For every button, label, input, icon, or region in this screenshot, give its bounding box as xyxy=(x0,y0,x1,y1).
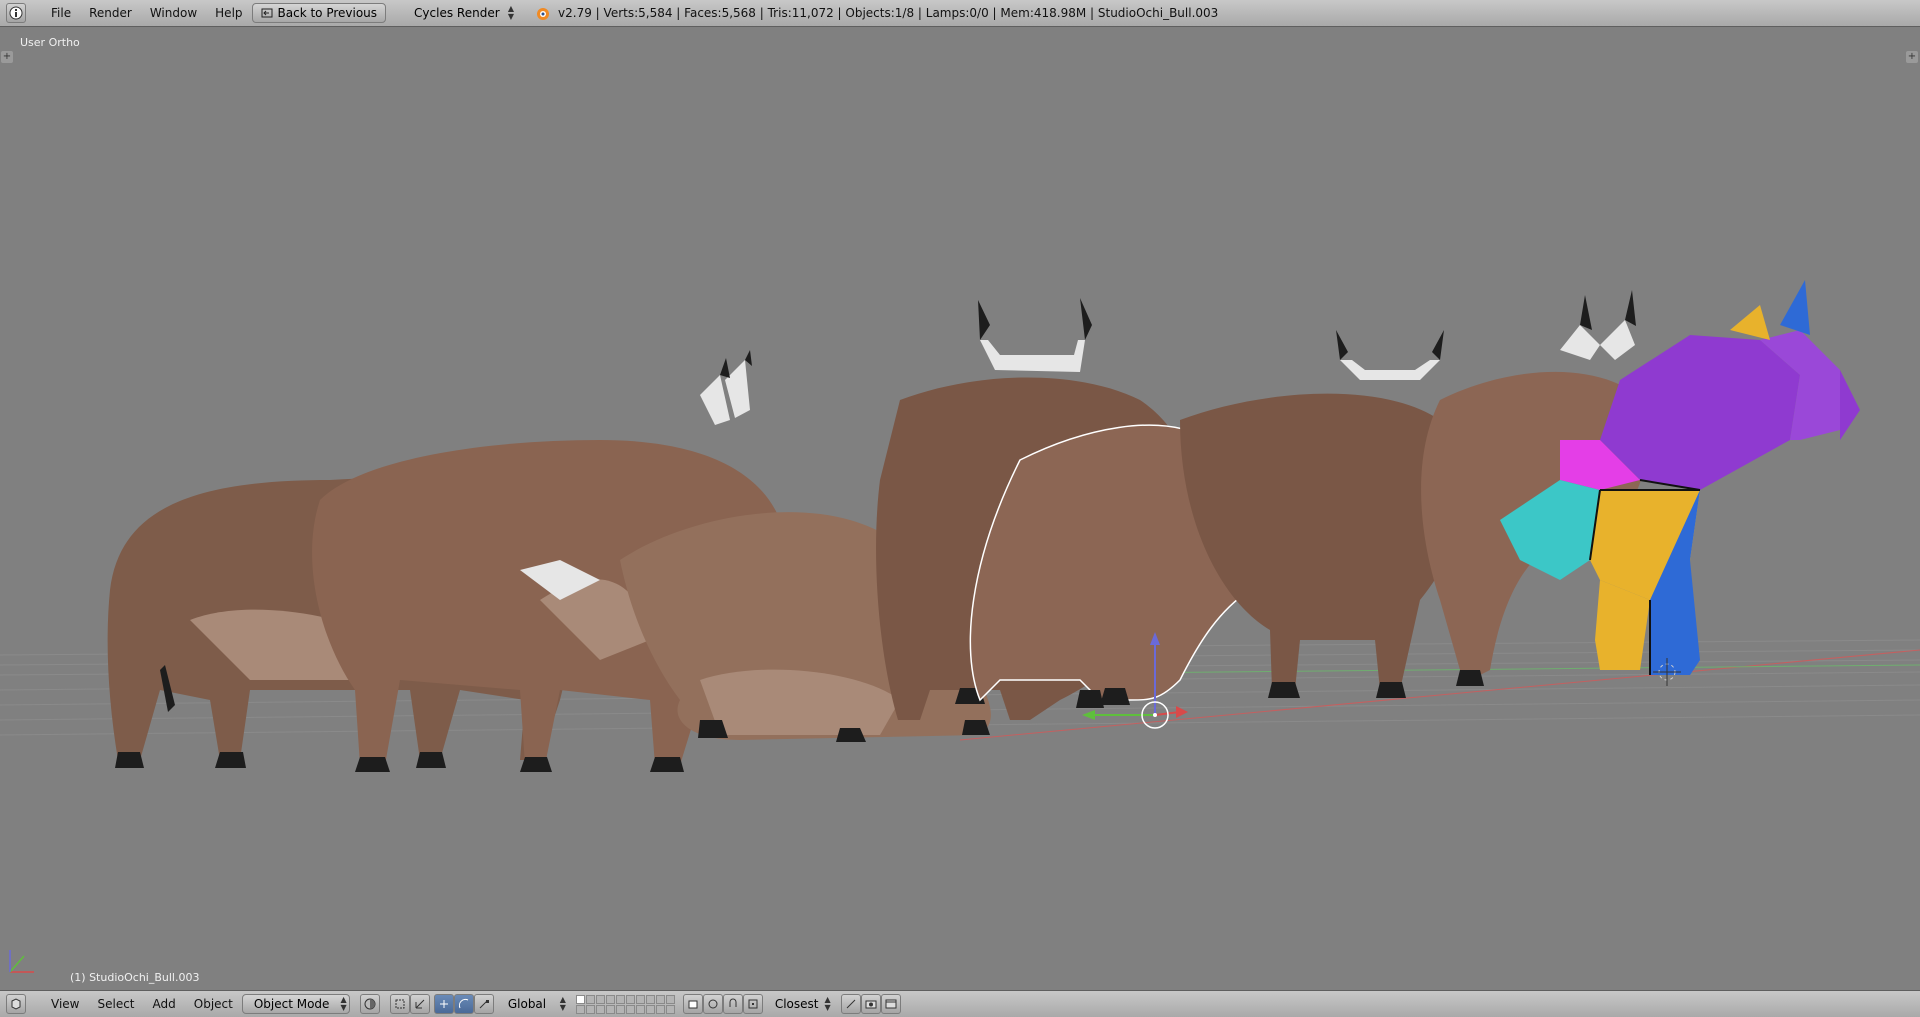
back-to-previous-button[interactable]: Back to Previous xyxy=(251,3,387,23)
snap-target-label: Closest xyxy=(774,997,819,1011)
updown-arrows-icon: ▲ ▼ xyxy=(824,995,831,1012)
layer-buttons[interactable] xyxy=(575,994,675,1014)
properties-toggle-icon[interactable]: + xyxy=(1906,51,1918,63)
render-engine-label: Cycles Render xyxy=(414,6,500,20)
menu-window[interactable]: Window xyxy=(141,6,206,20)
bull-6 xyxy=(1180,330,1465,698)
updown-arrows-icon: ▲ ▼ xyxy=(559,995,566,1012)
viewport-scene xyxy=(0,280,1920,973)
render-engine-dropdown[interactable]: Cycles Render ▲ ▼ xyxy=(408,3,520,23)
blender-logo-icon xyxy=(537,8,550,20)
scene-statistics: v2.79 | Verts:5,584 | Faces:5,568 | Tris… xyxy=(558,6,1219,20)
opengl-render-animation-icon[interactable] xyxy=(880,994,901,1014)
3d-view-header: View Select Add Object Object Mode ▲ ▼ Gl… xyxy=(0,990,1920,1017)
lock-camera-icon[interactable] xyxy=(682,994,703,1014)
view-axis-indicator xyxy=(9,950,34,973)
transform-orientation-dropdown[interactable]: Global ▲ ▼ xyxy=(502,994,572,1014)
editor-type-info-icon[interactable] xyxy=(6,3,26,23)
menu-file[interactable]: File xyxy=(42,6,80,20)
menu-select[interactable]: Select xyxy=(88,997,143,1011)
transform-orientation-label: Global xyxy=(507,997,547,1011)
active-object-label: (1) StudioOchi_Bull.003 xyxy=(70,971,200,984)
editor-type-3d-view-icon[interactable] xyxy=(6,994,26,1014)
menu-help[interactable]: Help xyxy=(206,6,251,20)
menu-render[interactable]: Render xyxy=(80,6,141,20)
view-type-label: User Ortho xyxy=(20,36,80,49)
3d-viewport[interactable]: User Ortho (1) StudioOchi_Bull.003 + + xyxy=(0,27,1920,990)
pivot-point-icon[interactable] xyxy=(389,994,410,1014)
scale-manipulator-icon[interactable] xyxy=(473,994,494,1014)
align-rotation-icon[interactable] xyxy=(840,994,861,1014)
translate-manipulator-icon[interactable] xyxy=(433,994,454,1014)
snap-toggle-icon[interactable] xyxy=(722,994,743,1014)
snap-target-dropdown[interactable]: Closest ▲ ▼ xyxy=(769,994,835,1014)
proportional-editing-icon[interactable] xyxy=(702,994,723,1014)
updown-arrows-icon: ▲ ▼ xyxy=(340,995,347,1012)
menu-add[interactable]: Add xyxy=(144,997,185,1011)
info-header: File Render Window Help Back to Previous… xyxy=(0,0,1920,27)
mode-label: Object Mode xyxy=(253,997,330,1011)
back-arrow-icon xyxy=(261,8,273,18)
updown-arrows-icon: ▲ ▼ xyxy=(507,4,515,21)
snap-element-icon[interactable] xyxy=(742,994,763,1014)
rotate-manipulator-icon[interactable] xyxy=(453,994,474,1014)
menu-object[interactable]: Object xyxy=(185,997,242,1011)
menu-view[interactable]: View xyxy=(42,997,88,1011)
mode-dropdown[interactable]: Object Mode ▲ ▼ xyxy=(241,994,350,1014)
back-to-previous-label: Back to Previous xyxy=(277,6,378,20)
viewport-shading-icon[interactable] xyxy=(359,994,380,1014)
opengl-render-image-icon[interactable] xyxy=(860,994,881,1014)
manipulator-toggle-icon[interactable] xyxy=(409,994,430,1014)
toolshelf-toggle-icon[interactable]: + xyxy=(1,51,13,63)
